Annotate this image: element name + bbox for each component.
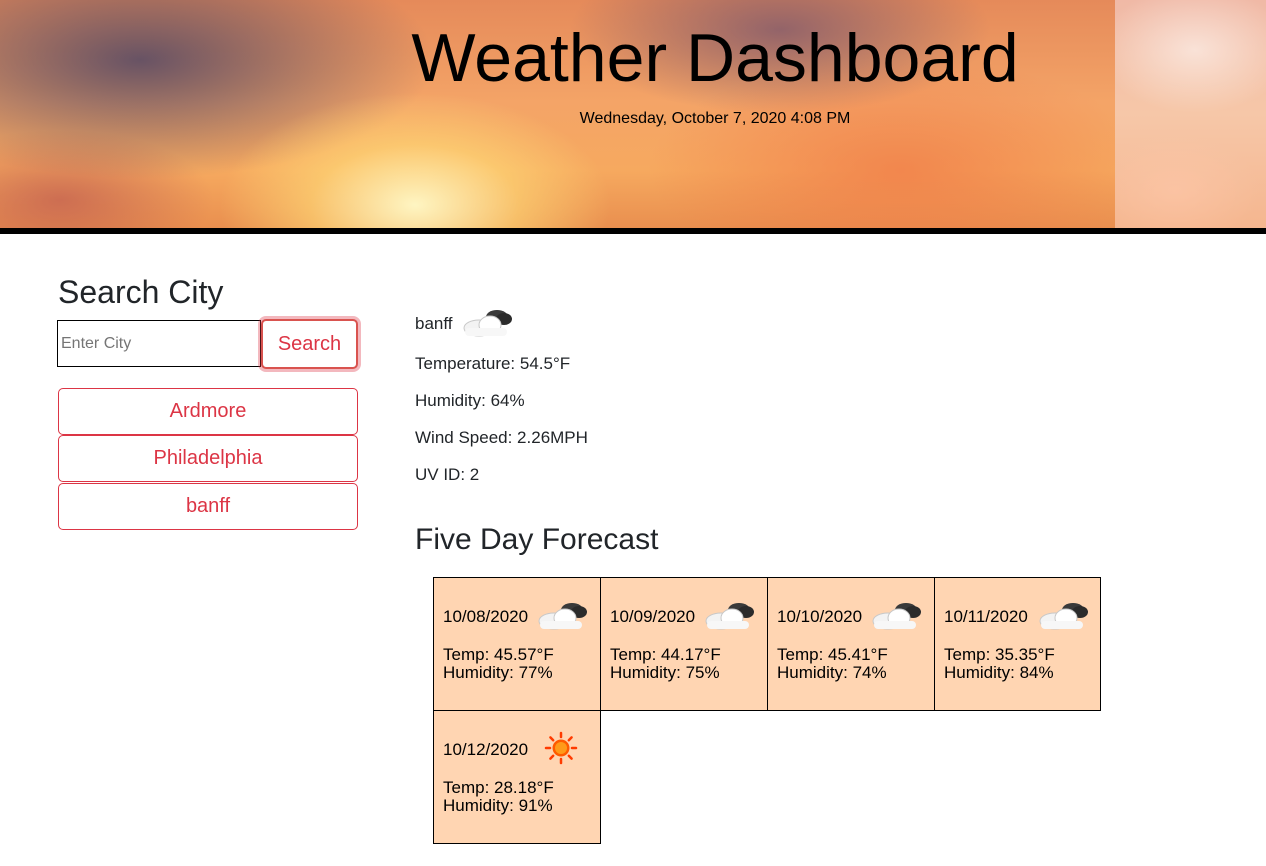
forecast-heading: Five Day Forecast [415, 523, 659, 556]
history-button-banff[interactable]: banff [58, 483, 358, 530]
history-button-ardmore[interactable]: Ardmore [58, 388, 358, 435]
forecast-date: 10/08/2020 [443, 607, 529, 626]
header-divider [0, 228, 1266, 234]
forecast-humidity: Humidity: 77% [443, 663, 553, 682]
partly-cloudy-icon [1039, 603, 1088, 630]
forecast-temp: Temp: 44.17°F [610, 645, 721, 664]
forecast-date: 10/10/2020 [777, 607, 863, 626]
forecast-temp: Temp: 28.18°F [443, 778, 554, 797]
current-wind-speed: Wind Speed: 2.26MPH [415, 428, 588, 447]
forecast-card: 10/10/2020 Temp: 45.41°F Humidity: 74% [767, 577, 935, 711]
forecast-temp: Temp: 45.41°F [777, 645, 888, 664]
page-title: Weather Dashboard [411, 20, 1019, 96]
partly-cloudy-icon [872, 603, 921, 630]
partly-cloudy-icon [463, 310, 512, 337]
forecast-card: 10/11/2020 Temp: 35.35°F Humidity: 84% [934, 577, 1101, 711]
search-heading: Search City [58, 274, 224, 310]
partly-cloudy-icon [538, 603, 587, 630]
current-temperature: Temperature: 54.5°F [415, 354, 571, 373]
forecast-humidity: Humidity: 74% [777, 663, 887, 682]
current-city-name: banff [415, 314, 453, 333]
current-uv-index: UV ID: 2 [415, 465, 480, 484]
forecast-humidity: Humidity: 84% [944, 663, 1054, 682]
forecast-date: 10/12/2020 [443, 740, 529, 759]
forecast-card: 10/12/2020 Temp: 28.18°F Humidity: 91% [433, 710, 601, 844]
current-humidity: Humidity: 64% [415, 391, 525, 410]
city-search-input[interactable] [57, 320, 261, 367]
sun-icon [544, 731, 578, 765]
search-button[interactable]: Search [261, 319, 358, 369]
forecast-card: 10/09/2020 Temp: 44.17°F Humidity: 75% [600, 577, 768, 711]
current-datetime: Wednesday, October 7, 2020 4:08 PM [579, 110, 851, 127]
partly-cloudy-icon [705, 603, 754, 630]
forecast-card: 10/08/2020 Temp: 45.57°F Humidity: 77% [433, 577, 601, 711]
forecast-date: 10/09/2020 [610, 607, 696, 626]
forecast-humidity: Humidity: 75% [610, 663, 720, 682]
forecast-date: 10/11/2020 [944, 607, 1028, 626]
forecast-temp: Temp: 45.57°F [443, 645, 554, 664]
forecast-humidity: Humidity: 91% [443, 796, 553, 815]
forecast-temp: Temp: 35.35°F [944, 645, 1055, 664]
history-button-philadelphia[interactable]: Philadelphia [58, 435, 358, 482]
header-banner: Weather Dashboard Wednesday, October 7, … [0, 0, 1266, 228]
